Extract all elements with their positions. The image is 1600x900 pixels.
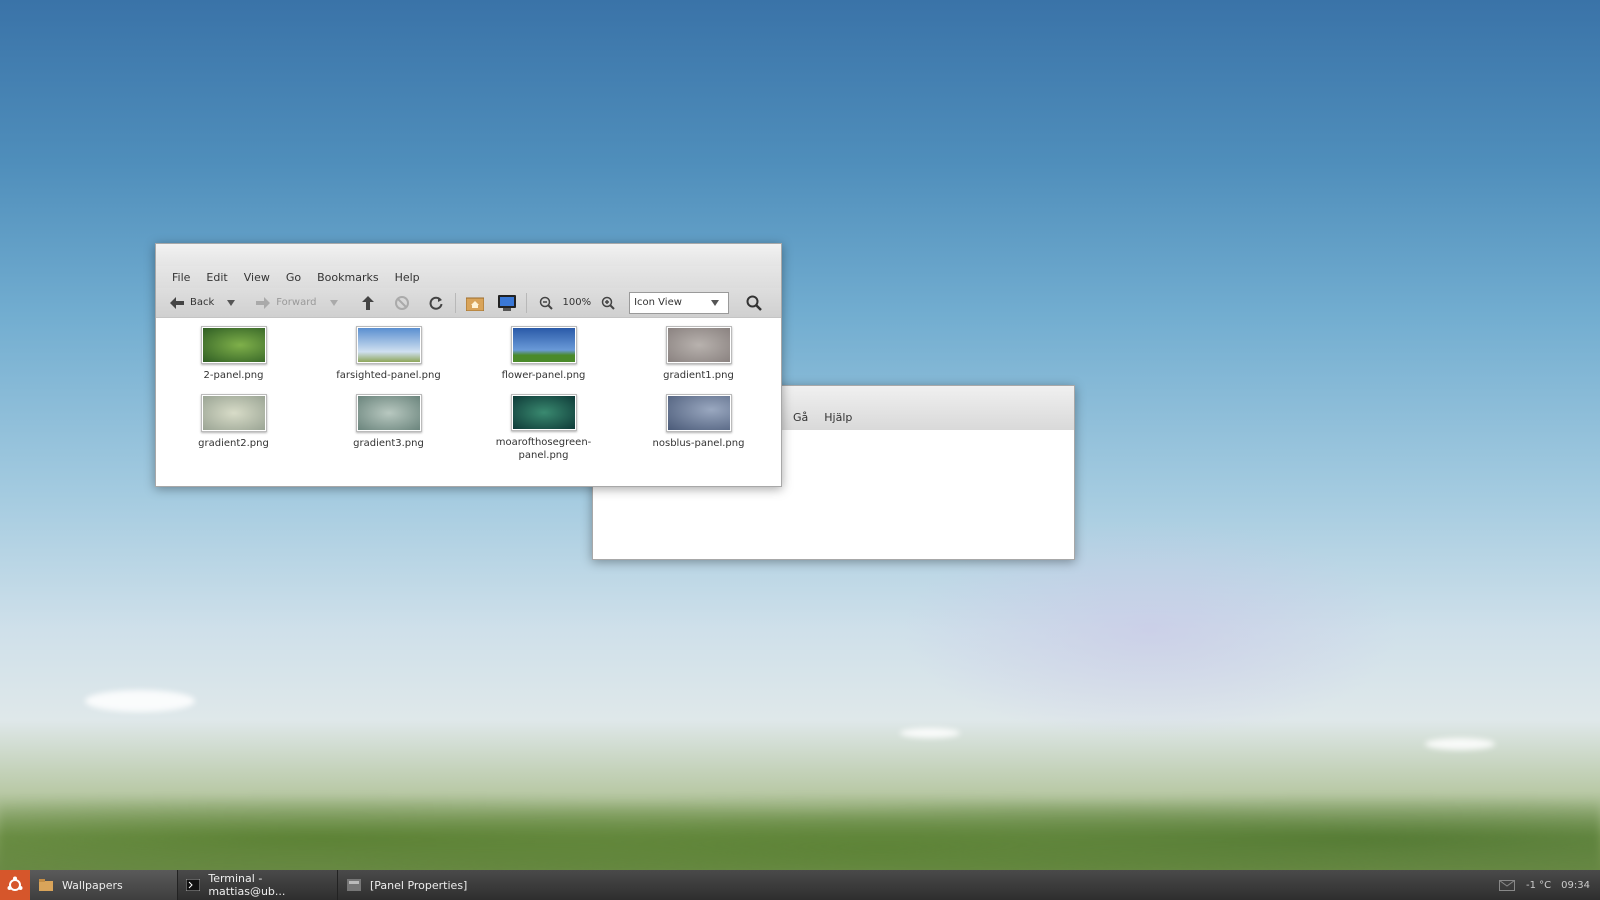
menu-help[interactable]: Help: [387, 271, 428, 284]
back-history-dropdown[interactable]: [218, 291, 244, 315]
zoom-level: 100%: [562, 297, 592, 308]
menu-go[interactable]: Go: [278, 271, 309, 284]
thumbnail: [200, 394, 267, 432]
treeline: [0, 762, 1600, 872]
clock[interactable]: 09:34: [1561, 880, 1590, 891]
forward-button[interactable]: Forward: [250, 291, 320, 315]
reload-button[interactable]: [423, 291, 449, 315]
menu-bookmarks[interactable]: Bookmarks: [309, 271, 386, 284]
computer-icon: [497, 294, 516, 312]
thumbnail: [665, 326, 732, 364]
search-icon: [745, 294, 763, 312]
title-bar[interactable]: [156, 244, 781, 266]
chevron-down-icon: [222, 294, 240, 312]
thumbnail: [510, 326, 577, 364]
file-item[interactable]: flower-panel.png: [466, 326, 621, 394]
file-item[interactable]: gradient3.png: [311, 394, 466, 462]
home-button[interactable]: [462, 291, 488, 315]
reload-icon: [427, 294, 445, 312]
arrow-up-icon: [359, 294, 377, 312]
start-menu-button[interactable]: [0, 870, 30, 900]
weather-temperature[interactable]: -1 °C: [1526, 880, 1551, 891]
zoom-out-icon: [537, 294, 555, 312]
zoom-in-icon: [599, 294, 617, 312]
stop-icon: [393, 294, 411, 312]
search-button[interactable]: [741, 291, 767, 315]
menu-view[interactable]: View: [236, 271, 278, 284]
forward-history-dropdown[interactable]: [321, 291, 347, 315]
home-folder-icon: [465, 294, 484, 312]
back-button[interactable]: Back: [164, 291, 218, 315]
computer-button[interactable]: [494, 291, 520, 315]
stop-button[interactable]: [389, 291, 415, 315]
file-manager-window[interactable]: File Edit View Go Bookmarks Help Back Fo…: [155, 243, 782, 487]
thumbnail: [355, 394, 422, 432]
toolbar-separator: [525, 292, 527, 313]
menu-bar: File Edit View Go Bookmarks Help: [156, 266, 781, 288]
file-name: gradient2.png: [198, 438, 269, 449]
cloud: [900, 728, 960, 738]
chevron-down-icon: [706, 294, 724, 312]
arrow-left-icon: [168, 294, 186, 312]
panel-properties-icon: [346, 878, 362, 892]
toolbar: Back Forward 100% Icon View: [156, 288, 781, 318]
up-button[interactable]: [355, 291, 381, 315]
zoom-in-button[interactable]: [595, 291, 621, 315]
file-item[interactable]: farsighted-panel.png: [311, 326, 466, 394]
forward-label: Forward: [276, 297, 317, 308]
file-icon-view[interactable]: 2-panel.png farsighted-panel.png flower-…: [156, 318, 781, 480]
taskbar: Wallpapers Terminal - mattias@ub... [Pan…: [0, 870, 1600, 900]
thumbnail: [200, 326, 267, 364]
task-panel-properties[interactable]: [Panel Properties]: [338, 870, 475, 900]
thumbnail: [355, 326, 422, 364]
thumbnail: [510, 394, 577, 431]
view-mode-select[interactable]: Icon View: [629, 291, 730, 314]
zoom-out-button[interactable]: [533, 291, 559, 315]
menu-hjalp[interactable]: Hjälp: [816, 411, 860, 424]
menu-edit[interactable]: Edit: [198, 271, 235, 284]
file-item[interactable]: nosblus-panel.png: [621, 394, 776, 462]
cloud: [1425, 738, 1495, 750]
task-label: Terminal - mattias@ub...: [208, 872, 286, 898]
file-name: flower-panel.png: [501, 370, 586, 381]
task-label: [Panel Properties]: [370, 878, 468, 892]
task-terminal[interactable]: Terminal - mattias@ub...: [178, 870, 338, 900]
ubuntu-logo-icon: [6, 876, 24, 894]
terminal-icon: [186, 878, 201, 892]
view-mode-value: Icon View: [634, 297, 682, 308]
system-tray: -1 °C 09:34: [1498, 876, 1600, 894]
file-name: gradient3.png: [353, 438, 424, 449]
task-wallpapers[interactable]: Wallpapers: [30, 870, 178, 900]
thumbnail: [665, 394, 732, 432]
desktop: Gå Hjälp File Edit View Go Bookmarks Hel…: [0, 0, 1600, 900]
file-item[interactable]: gradient1.png: [621, 326, 776, 394]
file-item[interactable]: gradient2.png: [156, 394, 311, 462]
folder-icon: [38, 878, 54, 892]
menu-file[interactable]: File: [164, 271, 198, 284]
file-item[interactable]: 2-panel.png: [156, 326, 311, 394]
file-name: nosblus-panel.png: [652, 438, 745, 449]
file-name: 2-panel.png: [203, 370, 264, 381]
file-name: farsighted-panel.png: [336, 370, 441, 381]
menu-ga[interactable]: Gå: [785, 411, 816, 424]
cloud: [85, 690, 195, 712]
file-name: gradient1.png: [663, 370, 734, 381]
arrow-right-icon: [254, 294, 272, 312]
toolbar-separator: [454, 292, 456, 313]
back-label: Back: [190, 297, 215, 308]
task-label: Wallpapers: [62, 878, 123, 892]
mail-icon[interactable]: [1498, 876, 1516, 894]
file-item[interactable]: moarofthosegreen-panel.png: [466, 394, 621, 462]
file-name: moarofthosegreen-panel.png: [495, 437, 592, 461]
chevron-down-icon: [325, 294, 343, 312]
